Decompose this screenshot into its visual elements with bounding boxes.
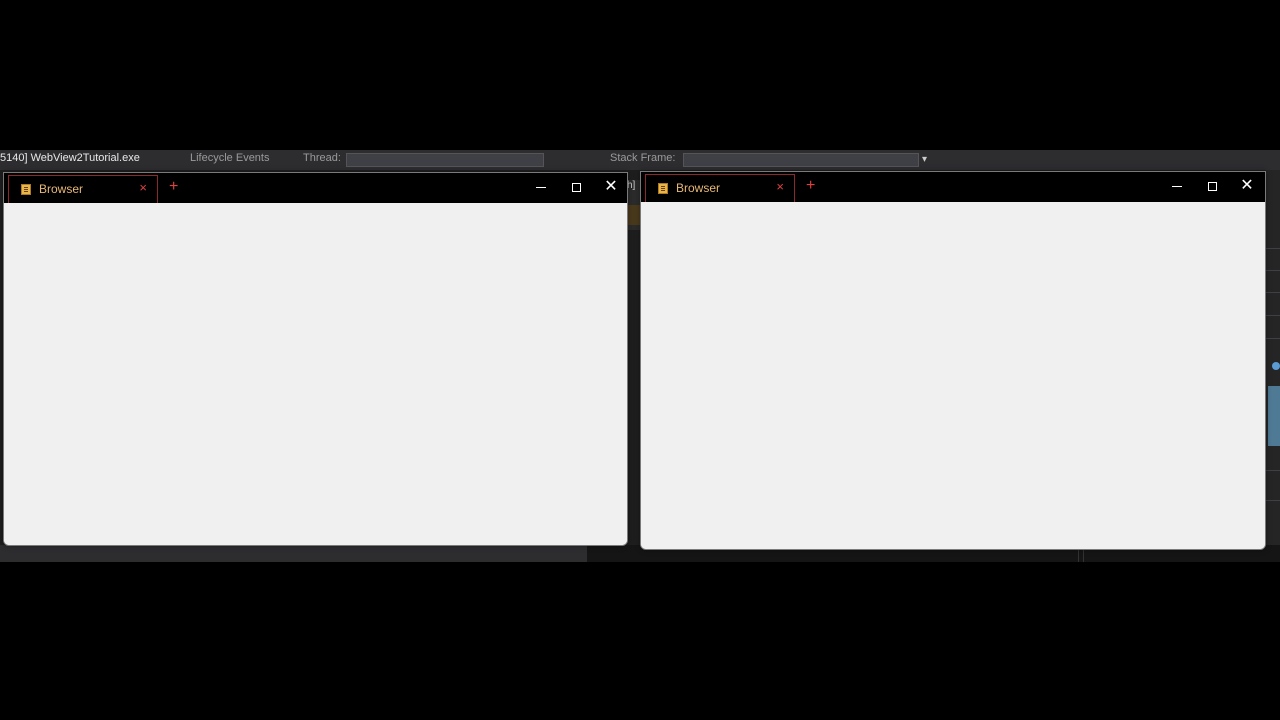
stack-frame-dropdown[interactable]	[683, 153, 919, 167]
tab-close-icon[interactable]: ×	[139, 181, 147, 195]
panel-divider	[1266, 470, 1280, 471]
tab-close-icon[interactable]: ×	[776, 180, 784, 194]
close-icon: ✕	[604, 178, 618, 195]
web-content-area[interactable]	[4, 203, 627, 545]
new-tab-button[interactable]: +	[169, 179, 178, 195]
thread-label: Thread:	[303, 152, 341, 164]
minimize-button[interactable]	[524, 173, 558, 201]
new-tab-button[interactable]: +	[806, 178, 815, 194]
minimize-icon	[1172, 185, 1182, 187]
panel-divider	[1266, 315, 1280, 316]
title-bar[interactable]: Browser × + ✕	[4, 173, 627, 203]
panel-divider	[1266, 338, 1280, 339]
panel-divider	[1266, 270, 1280, 271]
maximize-icon	[1207, 181, 1217, 191]
stack-frame-label: Stack Frame:	[610, 152, 676, 164]
web-content-area[interactable]	[641, 202, 1265, 549]
page-icon	[21, 184, 31, 195]
ide-side-highlight	[627, 205, 640, 225]
browser-window-right: Browser × + ✕	[640, 171, 1266, 550]
browser-window-left: Browser × + ✕	[3, 172, 628, 546]
minimize-icon	[536, 186, 546, 188]
tab-title: Browser	[676, 181, 721, 195]
toolbar-overflow-icon[interactable]: ▾	[922, 154, 932, 165]
lifecycle-events-button[interactable]: Lifecycle Events	[190, 152, 269, 164]
page-icon	[658, 183, 668, 194]
maximize-button[interactable]	[559, 173, 593, 201]
status-dot-icon	[1272, 362, 1280, 370]
thread-dropdown[interactable]	[346, 153, 544, 167]
minimize-button[interactable]	[1160, 172, 1194, 200]
close-button[interactable]: ✕	[1230, 172, 1264, 200]
panel-divider	[1266, 500, 1280, 501]
process-selector[interactable]: 5140] WebView2Tutorial.exe	[0, 152, 140, 164]
ide-right-panel	[1266, 170, 1280, 562]
tab-browser[interactable]: Browser ×	[645, 174, 795, 202]
title-bar[interactable]: Browser × + ✕	[641, 172, 1265, 202]
ide-status-strip	[0, 545, 587, 562]
panel-divider	[1266, 292, 1280, 293]
maximize-button[interactable]	[1195, 172, 1229, 200]
tab-browser[interactable]: Browser ×	[8, 175, 158, 203]
tab-title: Browser	[39, 182, 84, 196]
maximize-icon	[571, 182, 581, 192]
panel-selection-highlight	[1268, 386, 1280, 446]
panel-divider	[1266, 248, 1280, 249]
close-icon: ✕	[1240, 177, 1254, 194]
ide-debug-toolbar: 5140] WebView2Tutorial.exe Lifecycle Eve…	[0, 150, 1280, 170]
splitter-handle[interactable]	[1078, 548, 1084, 562]
close-button[interactable]: ✕	[594, 173, 627, 201]
ide-side-text: h]	[627, 180, 636, 191]
